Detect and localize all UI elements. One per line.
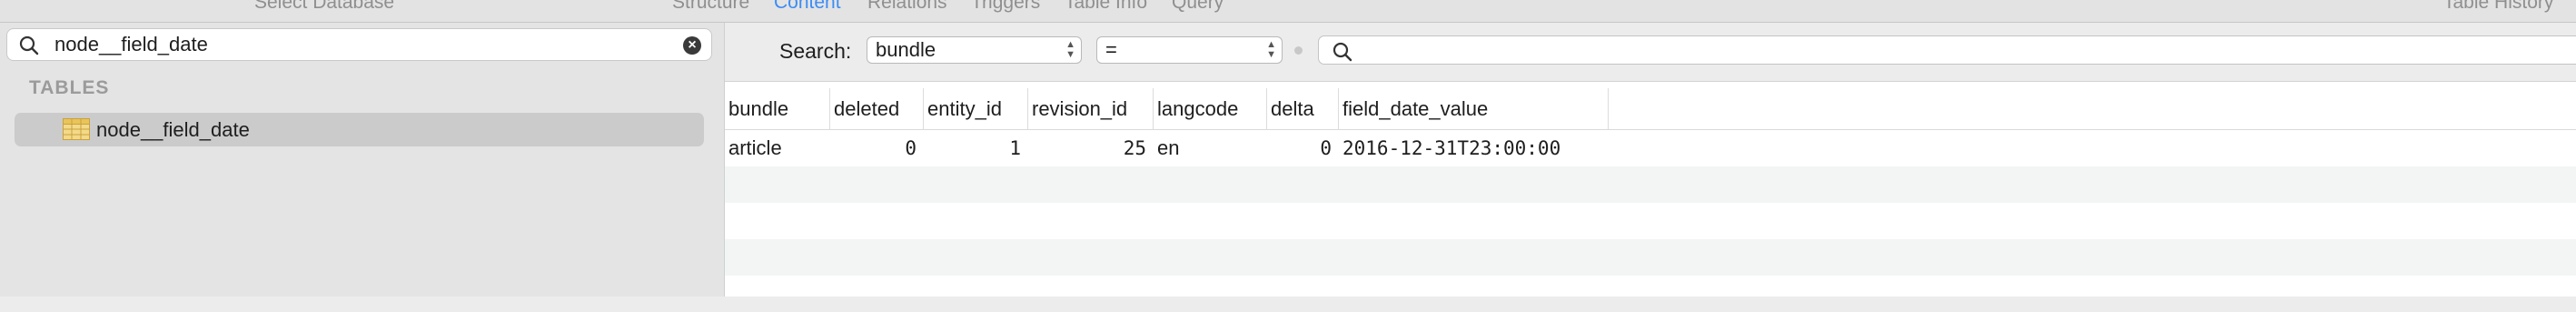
tab-triggers[interactable]: Triggers	[971, 0, 1040, 14]
empty-row	[725, 166, 2576, 203]
empty-row	[725, 239, 2576, 276]
operator-select[interactable]: = ▲ ▼	[1096, 36, 1283, 64]
content-panel: Search: bundle ▲ ▼ = ▲ ▼ bundle deleted en…	[725, 23, 2576, 297]
table-history-button[interactable]: Table History	[2443, 0, 2553, 14]
table-cell[interactable]: 0	[830, 130, 924, 166]
table-row[interactable]: article 0 1 25 en 0 2016-12-31T23:00:00	[725, 130, 2576, 166]
tables-section-title: TABLES	[29, 77, 110, 98]
tab-query[interactable]: Query	[1172, 0, 1224, 14]
table-header: bundle deleted entity_id revision_id lan…	[725, 88, 2576, 130]
select-arrows-icon: ▲ ▼	[1266, 39, 1276, 60]
status-dot-icon	[1294, 46, 1303, 55]
search-label: Search:	[779, 39, 852, 63]
select-arrows-icon: ▲ ▼	[1065, 39, 1075, 60]
search-icon	[19, 35, 39, 55]
table-filter-input[interactable]	[54, 32, 672, 57]
filter-value-field[interactable]	[1318, 35, 2576, 65]
table-cell[interactable]: en	[1154, 130, 1267, 166]
column-header-langcode[interactable]: langcode	[1154, 88, 1267, 129]
table-cell[interactable]: 25	[1028, 130, 1154, 166]
select-database-button[interactable]: Select Database	[254, 0, 394, 14]
column-header-field-date-value[interactable]: field_date_value	[1339, 88, 1609, 129]
table-cell[interactable]: 0	[1267, 130, 1339, 166]
empty-row	[725, 276, 2576, 312]
column-header-deleted[interactable]: deleted	[830, 88, 924, 129]
tab-table-info[interactable]: Table Info	[1065, 0, 1147, 14]
top-toolbar: Select Database Structure Content Relati…	[0, 0, 2576, 23]
table-cell[interactable]: article	[725, 130, 830, 166]
sidebar: × TABLES node__field_date	[0, 23, 725, 297]
column-header-entity-id[interactable]: entity_id	[924, 88, 1028, 129]
column-header-bundle[interactable]: bundle	[725, 88, 830, 129]
empty-row	[725, 203, 2576, 239]
sidebar-item-label: node__field_date	[96, 118, 250, 141]
table-cell[interactable]: 1	[924, 130, 1028, 166]
sidebar-item-node-field-date[interactable]: node__field_date	[15, 113, 704, 146]
operator-select-value: =	[1105, 38, 1117, 61]
tab-structure[interactable]: Structure	[672, 0, 749, 14]
tab-content[interactable]: Content	[774, 0, 841, 14]
filter-bar: Search: bundle ▲ ▼ = ▲ ▼	[725, 23, 2576, 82]
column-header-delta[interactable]: delta	[1267, 88, 1339, 129]
table-cell[interactable]: 2016-12-31T23:00:00	[1339, 130, 1609, 166]
clear-filter-icon[interactable]: ×	[683, 36, 701, 55]
field-select[interactable]: bundle ▲ ▼	[867, 36, 1082, 64]
column-header-revision-id[interactable]: revision_id	[1028, 88, 1154, 129]
tab-relations[interactable]: Relations	[867, 0, 947, 14]
table-icon	[63, 118, 90, 140]
search-icon	[1333, 42, 1352, 62]
table-filter-field[interactable]: ×	[6, 28, 712, 61]
field-select-value: bundle	[876, 38, 936, 61]
